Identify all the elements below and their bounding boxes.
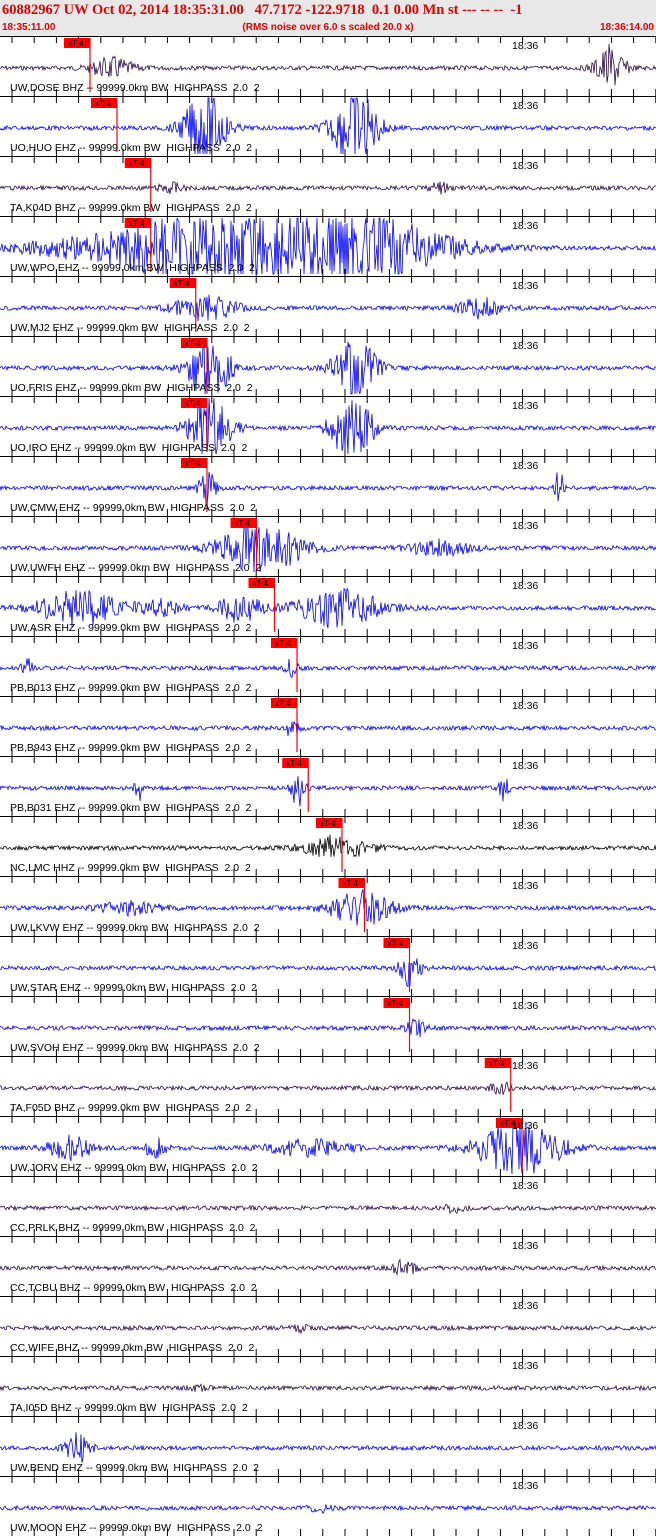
station-label: TA,K04D BHZ -- 99999.0km BW HIGHPASS 2.0… bbox=[10, 202, 252, 214]
minute-label: 18:36 bbox=[512, 760, 539, 772]
station-label: PB,B013 EHZ -- 99999.0km BW HIGHPASS 2.0… bbox=[10, 682, 252, 694]
waveform-line bbox=[0, 658, 656, 679]
end-time: 18:36:14.00 bbox=[600, 22, 654, 33]
waveform-line bbox=[0, 471, 656, 506]
minute-label: 18:36 bbox=[512, 1480, 539, 1492]
minute-label: 18:36 bbox=[512, 100, 539, 112]
station-label: UW,UWFH EHZ -- 99999.0km BW HIGHPASS 2.0… bbox=[10, 562, 262, 574]
pick-label: xT-4 bbox=[388, 939, 404, 948]
pick-label: xT-4 bbox=[185, 339, 201, 348]
pick-label: xT-4 bbox=[235, 519, 251, 528]
minute-label: 18:36 bbox=[512, 940, 539, 952]
minute-label: 18:36 bbox=[512, 40, 539, 52]
station-label: PB,B031 EHZ -- 99999.0km BW HIGHPASS 2.0… bbox=[10, 802, 252, 814]
pick-label: xT-4 bbox=[320, 819, 336, 828]
station-label: UO,IRO EHZ -- 99999.0km BW HIGHPASS 2.0 … bbox=[10, 442, 248, 454]
waveform-line bbox=[0, 1203, 656, 1215]
station-label: UO,HUO EHZ -- 99999.0km BW HIGHPASS 2.0 … bbox=[10, 142, 252, 154]
pick-label: xT-4 bbox=[129, 159, 145, 168]
station-label: UW,BEND EHZ -- 99999.0km BW HIGHPASS 2.0… bbox=[10, 1462, 259, 1474]
waveform-line bbox=[0, 1081, 656, 1095]
pick-label: xT-4 bbox=[388, 999, 404, 1008]
waveform-line bbox=[0, 889, 656, 926]
minute-label: 18:36 bbox=[512, 160, 539, 172]
minute-label: 18:36 bbox=[512, 640, 539, 652]
minute-label: 18:36 bbox=[512, 340, 539, 352]
rms-note: (RMS noise over 6.0 s scaled 20.0 x) bbox=[242, 22, 414, 33]
station-label: UW,MOON EHZ -- 99999.0km BW HIGHPASS 2.0… bbox=[10, 1522, 263, 1534]
minute-label: 18:36 bbox=[512, 1120, 539, 1132]
event-title: 60882967 UW Oct 02, 2014 18:35:31.00 47.… bbox=[2, 2, 523, 18]
pick-label: xT-4 bbox=[343, 879, 359, 888]
pick-label: xT-4 bbox=[129, 219, 145, 228]
station-label: CC,WIFE BHZ -- 99999.0km BW HIGHPASS 2.0… bbox=[10, 1342, 255, 1354]
station-label: TA,I05D BHZ -- 99999.0km BW HIGHPASS 2.0… bbox=[10, 1402, 248, 1414]
minute-label: 18:36 bbox=[512, 1420, 539, 1432]
waveform-line bbox=[0, 1432, 656, 1463]
station-label: UO,FRIS EHZ -- 99999.0km BW HIGHPASS 2.0… bbox=[10, 382, 253, 394]
station-label: CC,TCBU BHZ -- 99999.0km BW HIGHPASS 2.0… bbox=[10, 1282, 257, 1294]
waveform-line bbox=[0, 1017, 656, 1038]
waveform-line bbox=[0, 721, 656, 737]
station-label: NC,LMC HHZ -- 99999.0km BW HIGHPASS 2.0 … bbox=[10, 862, 251, 874]
pick-label: xT-4 bbox=[185, 459, 201, 468]
minute-label: 18:36 bbox=[512, 220, 539, 232]
station-label: UW,LKVW EHZ -- 99999.0km BW HIGHPASS 2.0… bbox=[10, 922, 260, 934]
minute-label: 18:36 bbox=[512, 580, 539, 592]
waveform-line bbox=[0, 1504, 656, 1515]
minute-label: 18:36 bbox=[512, 280, 539, 292]
station-label: UW,MJ2 EHZ -- 99999.0km BW HIGHPASS 2.0 … bbox=[10, 322, 250, 334]
minute-label: 18:36 bbox=[512, 700, 539, 712]
waveform-line bbox=[0, 294, 656, 322]
station-label: TA,F05D BHZ -- 99999.0km BW HIGHPASS 2.0… bbox=[10, 1102, 252, 1114]
minute-label: 18:36 bbox=[512, 1360, 539, 1372]
station-label: UW,WPO EHZ -- 99999.0km BW HIGHPASS 2.0 … bbox=[10, 262, 255, 274]
pick-label: xT-4 bbox=[253, 579, 269, 588]
minute-label: 18:36 bbox=[512, 460, 539, 472]
waveform-line bbox=[0, 181, 656, 195]
minute-label: 18:36 bbox=[512, 1180, 539, 1192]
minute-label: 18:36 bbox=[512, 400, 539, 412]
waveform-line bbox=[0, 1323, 656, 1335]
pick-label: xT-4 bbox=[489, 1059, 505, 1068]
pick-label: xT-4 bbox=[174, 279, 190, 288]
pick-label: xT-4 bbox=[185, 399, 201, 408]
waveform-line bbox=[0, 1258, 656, 1276]
minute-label: 18:36 bbox=[512, 880, 539, 892]
station-label: UW,SVOH EHZ -- 99999.0km BW HIGHPASS 2.0… bbox=[10, 1042, 260, 1054]
header-bar: 60882967 UW Oct 02, 2014 18:35:31.00 47.… bbox=[0, 0, 656, 36]
minute-label: 18:36 bbox=[512, 1000, 539, 1012]
station-label: UW,STAR EHZ -- 99999.0km BW HIGHPASS 2.0… bbox=[10, 982, 258, 994]
waveform-line bbox=[0, 44, 656, 86]
station-label: PB,B943 EHZ -- 99999.0km BW HIGHPASS 2.0… bbox=[10, 742, 252, 754]
station-label: UW,JORV EHZ -- 99999.0km BW HIGHPASS 2.0… bbox=[10, 1162, 258, 1174]
station-label: UW,DOSE BHZ -- 99999.0km BW HIGHPASS 2.0… bbox=[10, 82, 260, 94]
pick-label: xT-4 bbox=[275, 699, 291, 708]
station-label: UW,ASR EHZ -- 99999.0km BW HIGHPASS 2.0 … bbox=[10, 622, 252, 634]
station-label: CC,PRLK BHZ -- 99999.0km BW HIGHPASS 2.0… bbox=[10, 1222, 256, 1234]
pick-label: xT-4 bbox=[286, 759, 302, 768]
minute-label: 18:36 bbox=[512, 820, 539, 832]
pick-label: xT-4 bbox=[95, 99, 111, 108]
station-label: UW,CMW EHZ -- 99999.0km BW HIGHPASS 2.0 … bbox=[10, 502, 257, 514]
minute-label: 18:36 bbox=[512, 520, 539, 532]
waveform-line bbox=[0, 1383, 656, 1392]
minute-label: 18:36 bbox=[512, 1240, 539, 1252]
pick-label: xT-4 bbox=[275, 639, 291, 648]
seismogram-panel: xT-4 xT-4 xT-4 xT-4 xT-4 xT-4 xT-4 xT-4 xT-4 xT-4… bbox=[0, 36, 656, 1538]
waveform-line bbox=[0, 834, 656, 858]
minute-label: 18:36 bbox=[512, 1300, 539, 1312]
pick-label: xT-4 bbox=[68, 39, 84, 48]
minute-label: 18:36 bbox=[512, 1060, 539, 1072]
